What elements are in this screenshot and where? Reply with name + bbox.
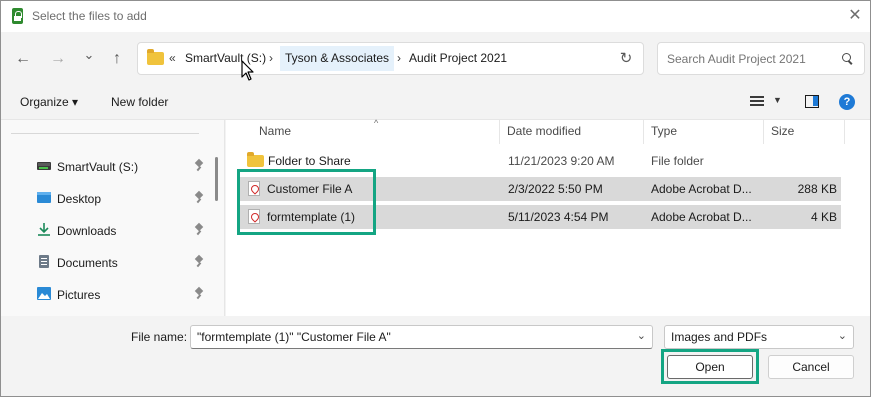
up-arrow-icon[interactable]: ↑ bbox=[105, 48, 129, 70]
file-name-input[interactable]: "formtemplate (1)" "Customer File A" ⌄ bbox=[190, 325, 653, 349]
smartvault-app-icon bbox=[12, 8, 23, 24]
navigation-bar: ← → ⌄ ↑ « SmartVault (S:) › Tyson & Asso… bbox=[1, 32, 870, 84]
column-header-size[interactable]: Size bbox=[771, 124, 794, 138]
file-open-dialog: Select the files to add ✕ ← → ⌄ ↑ « Smar… bbox=[0, 0, 871, 397]
breadcrumb-separator-icon[interactable]: › bbox=[397, 51, 401, 65]
file-type: Adobe Acrobat D... bbox=[651, 182, 752, 196]
search-input[interactable] bbox=[667, 52, 837, 66]
sidebar-scrollbar[interactable] bbox=[215, 157, 218, 201]
file-type-select[interactable]: Images and PDFs ⌄ bbox=[664, 325, 854, 349]
drive-icon bbox=[37, 162, 51, 170]
search-box[interactable] bbox=[657, 42, 865, 75]
column-divider[interactable] bbox=[499, 120, 500, 144]
sidebar-item-label: Documents bbox=[57, 256, 118, 270]
column-divider[interactable] bbox=[763, 120, 764, 144]
file-name-value: "formtemplate (1)" "Customer File A" bbox=[197, 330, 391, 344]
file-name-label: File name: bbox=[131, 330, 188, 344]
overflow-chevron-icon[interactable]: « bbox=[169, 51, 176, 65]
column-header-name[interactable]: Name bbox=[259, 124, 291, 138]
column-header-date-modified[interactable]: Date modified bbox=[507, 124, 581, 138]
title-bar: Select the files to add ✕ bbox=[1, 1, 870, 32]
file-name: Folder to Share bbox=[268, 154, 351, 168]
folder-icon bbox=[147, 49, 164, 65]
recent-locations-chevron-icon[interactable]: ⌄ bbox=[77, 44, 101, 66]
folder-icon bbox=[247, 152, 264, 167]
file-size: 4 KB bbox=[810, 210, 837, 224]
pin-icon[interactable] bbox=[194, 192, 204, 204]
pin-icon[interactable] bbox=[194, 224, 204, 236]
close-icon[interactable]: ✕ bbox=[844, 5, 866, 27]
sidebar-divider bbox=[11, 133, 199, 134]
breadcrumb-separator-icon[interactable]: › bbox=[269, 51, 273, 65]
sidebar-item-smartvault[interactable]: SmartVault (S:) bbox=[1, 151, 211, 181]
refresh-icon[interactable]: ↻ bbox=[616, 50, 636, 68]
sidebar-item-label: SmartVault (S:) bbox=[57, 160, 139, 174]
breadcrumb-audit-project-2021[interactable]: Audit Project 2021 bbox=[404, 46, 512, 71]
preview-pane-icon[interactable] bbox=[805, 95, 819, 108]
pin-icon[interactable] bbox=[194, 288, 204, 300]
sidebar-item-desktop[interactable]: Desktop bbox=[1, 183, 211, 213]
documents-icon bbox=[39, 255, 49, 268]
file-date-modified: 2/3/2022 5:50 PM bbox=[508, 182, 603, 196]
open-button-highlight bbox=[661, 349, 759, 384]
sidebar-item-label: Downloads bbox=[57, 224, 117, 238]
file-type: Adobe Acrobat D... bbox=[651, 210, 752, 224]
cancel-button[interactable]: Cancel bbox=[768, 355, 854, 379]
new-folder-button[interactable]: New folder bbox=[111, 95, 168, 109]
view-options-caret-icon[interactable]: ▼ bbox=[773, 95, 782, 105]
sidebar-item-downloads[interactable]: Downloads bbox=[1, 215, 211, 245]
command-toolbar: Organize ▾ New folder ▼ ? bbox=[1, 84, 870, 120]
downloads-icon bbox=[38, 223, 50, 236]
navigation-pane: SmartVault (S:) Desktop Downloads Docume… bbox=[1, 120, 225, 316]
back-arrow-icon[interactable]: ← bbox=[11, 48, 35, 70]
sidebar-item-pictures[interactable]: Pictures bbox=[1, 279, 211, 309]
desktop-icon bbox=[37, 192, 51, 203]
address-bar[interactable]: « SmartVault (S:) › Tyson & Associates ›… bbox=[137, 42, 644, 75]
pictures-icon bbox=[37, 287, 51, 300]
help-icon[interactable]: ? bbox=[839, 94, 855, 110]
dialog-title: Select the files to add bbox=[32, 9, 147, 23]
file-date-modified: 11/21/2023 9:20 AM bbox=[508, 154, 615, 168]
sort-ascending-icon: ^ bbox=[374, 118, 379, 128]
file-date-modified: 5/11/2023 4:54 PM bbox=[508, 210, 609, 224]
forward-arrow-icon[interactable]: → bbox=[46, 48, 70, 70]
breadcrumb-smartvault[interactable]: SmartVault (S:) bbox=[180, 46, 271, 71]
file-type-value: Images and PDFs bbox=[671, 330, 768, 344]
breadcrumb-tyson-associates[interactable]: Tyson & Associates bbox=[280, 46, 395, 71]
file-size: 288 KB bbox=[797, 182, 837, 196]
mouse-cursor-icon bbox=[241, 60, 254, 81]
file-type: File folder bbox=[651, 154, 704, 168]
sidebar-item-label: Desktop bbox=[57, 192, 102, 206]
organize-menu-button[interactable]: Organize ▾ bbox=[20, 95, 78, 109]
search-icon[interactable] bbox=[842, 53, 853, 64]
column-divider[interactable] bbox=[643, 120, 644, 144]
chevron-down-icon[interactable]: ⌄ bbox=[838, 329, 847, 342]
chevron-down-icon[interactable]: ⌄ bbox=[637, 329, 646, 342]
pin-icon[interactable] bbox=[194, 256, 204, 268]
pin-icon[interactable] bbox=[194, 160, 204, 172]
column-header-type[interactable]: Type bbox=[651, 124, 677, 138]
column-divider[interactable] bbox=[844, 120, 845, 144]
view-details-icon[interactable] bbox=[750, 96, 764, 106]
sidebar-item-documents[interactable]: Documents bbox=[1, 247, 211, 277]
selected-files-highlight bbox=[237, 169, 376, 235]
sidebar-item-label: Pictures bbox=[57, 288, 101, 302]
